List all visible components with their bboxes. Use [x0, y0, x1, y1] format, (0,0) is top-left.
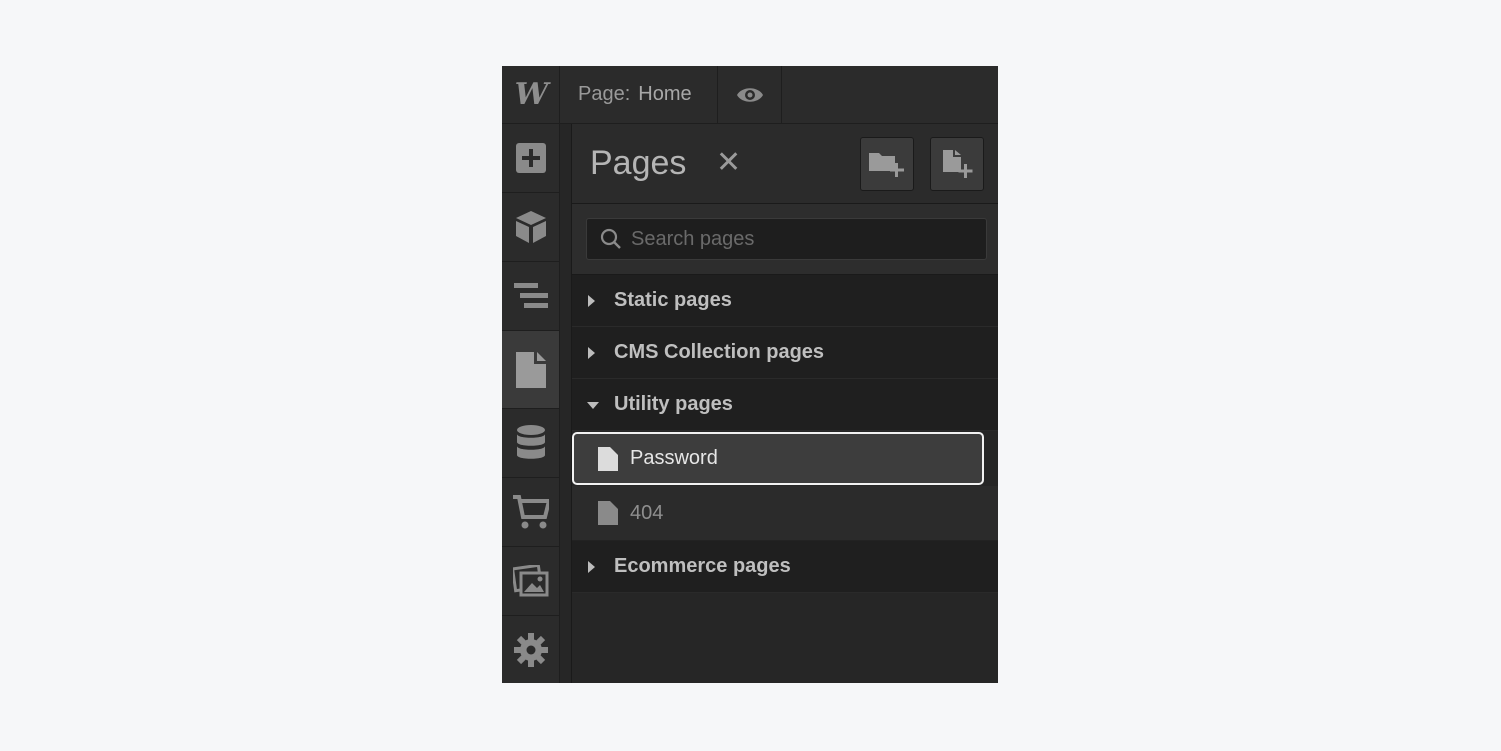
caret-down-icon: [586, 400, 604, 410]
navigator-icon: [513, 283, 548, 308]
symbols-button[interactable]: [502, 193, 559, 262]
current-page-name: Home: [638, 83, 692, 105]
add-page-icon: [943, 150, 973, 178]
webflow-logo-button[interactable]: W: [502, 66, 560, 123]
navigator-button[interactable]: [502, 262, 559, 331]
add-folder-icon: [869, 153, 904, 177]
ecommerce-cart-icon: [512, 495, 549, 529]
create-page-button[interactable]: [930, 137, 984, 191]
top-bar: W Page: Home: [502, 66, 998, 124]
cms-button[interactable]: [502, 409, 559, 478]
folder-utility-pages[interactable]: Utility pages: [572, 379, 998, 431]
caret-right-icon: [586, 560, 604, 574]
assets-button[interactable]: [502, 547, 559, 616]
settings-button[interactable]: [502, 616, 559, 683]
folder-label: Ecommerce pages: [614, 555, 791, 577]
create-folder-button[interactable]: [860, 137, 914, 191]
caret-right-icon: [586, 346, 604, 360]
settings-gear-icon: [513, 633, 548, 667]
page-label: Password: [630, 447, 718, 469]
folder-ecommerce-pages[interactable]: Ecommerce pages: [572, 541, 998, 593]
close-panel-button[interactable]: ✕: [716, 148, 741, 178]
components-icon: [515, 211, 546, 243]
search-box[interactable]: [586, 218, 987, 260]
pages-button[interactable]: [502, 331, 559, 409]
webflow-logo: W: [514, 77, 549, 112]
page-icon: [598, 446, 618, 471]
search-icon: [600, 228, 621, 249]
page-prefix-label: Page:: [578, 83, 631, 105]
assets-icon: [512, 565, 548, 597]
page-item-password[interactable]: Password: [572, 432, 984, 485]
cms-database-icon: [516, 425, 545, 459]
folder-label: Utility pages: [614, 393, 733, 415]
left-toolbar: [502, 124, 560, 683]
page-label: 404: [630, 501, 664, 524]
caret-right-icon: [586, 294, 604, 308]
folder-label: Static pages: [614, 289, 732, 311]
preview-button[interactable]: [718, 66, 782, 123]
pages-panel-header: Pages ✕: [572, 124, 998, 204]
add-icon: [515, 143, 546, 173]
pages-icon: [515, 351, 546, 388]
current-page-selector[interactable]: Page: Home: [560, 66, 718, 123]
search-pages-input[interactable]: [629, 226, 973, 252]
designer-window: W Page: Home Pages ✕ Search pages Static…: [502, 66, 998, 683]
panel-divider: [560, 124, 572, 683]
page-icon: [598, 501, 618, 525]
pages-panel: Pages ✕ Search pages Static pages CMS Co…: [572, 124, 998, 683]
add-elements-button[interactable]: [502, 124, 559, 193]
panel-title: Pages: [590, 144, 687, 182]
folder-label: CMS Collection pages: [614, 341, 825, 363]
page-item-404[interactable]: 404: [572, 486, 998, 541]
folder-cms-collection-pages[interactable]: CMS Collection pages: [572, 327, 998, 379]
eye-icon: [736, 87, 763, 102]
search-area: [572, 204, 998, 275]
folder-static-pages[interactable]: Static pages: [572, 275, 998, 327]
ecommerce-button[interactable]: [502, 478, 559, 547]
